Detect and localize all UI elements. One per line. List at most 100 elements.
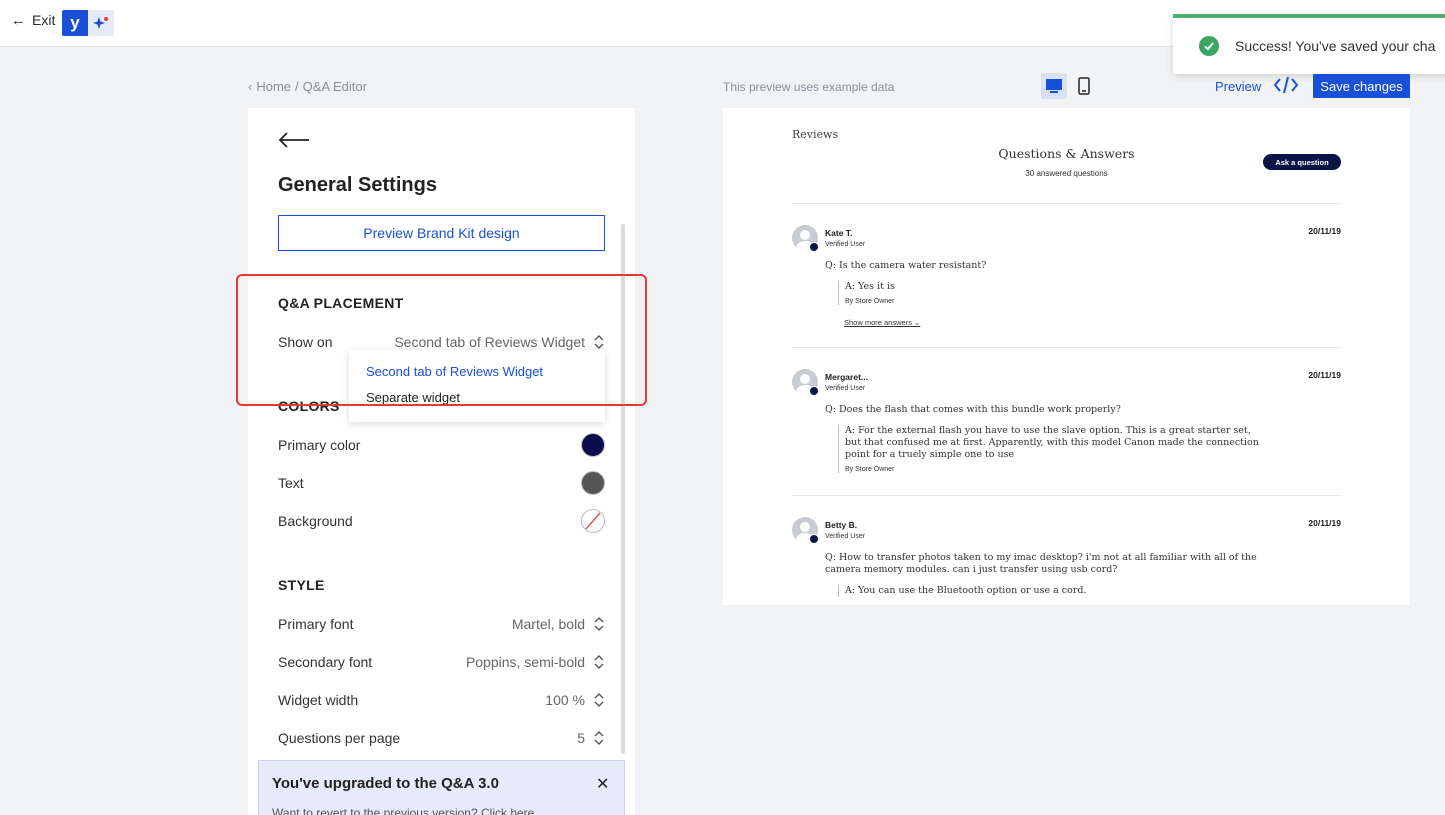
- answer-text: A: Yes it is: [845, 281, 895, 292]
- breadcrumb: ‹ Home / Q&A Editor: [248, 79, 367, 94]
- divider: [792, 203, 1341, 204]
- chevron-updown-icon: [594, 617, 604, 631]
- primary-color-swatch[interactable]: [581, 433, 605, 457]
- primary-font-label: Primary font: [278, 616, 354, 632]
- chevron-updown-icon: [594, 655, 604, 669]
- widget-width-row[interactable]: Widget width 100 %: [278, 688, 605, 712]
- ask-question-button[interactable]: Ask a question: [1263, 154, 1341, 170]
- dropdown-option-separate-widget[interactable]: Separate widget: [349, 384, 605, 410]
- exit-label: Exit: [32, 12, 56, 28]
- code-icon[interactable]: [1273, 74, 1299, 96]
- app-logo[interactable]: y: [62, 10, 114, 36]
- chevron-updown-icon: [594, 693, 604, 707]
- success-toast: Success! You've saved your cha: [1173, 14, 1445, 74]
- answer-block: A: You can use the Bluetooth option or u…: [838, 585, 1265, 597]
- primary-color-row: Primary color: [278, 433, 605, 457]
- chevron-updown-icon: [594, 731, 604, 745]
- show-more-answers-link[interactable]: Show more answers ⌄: [844, 318, 920, 327]
- questions-per-page-label: Questions per page: [278, 730, 401, 746]
- secondary-font-value: Poppins, semi-bold: [465, 654, 585, 670]
- breadcrumb-current: Q&A Editor: [302, 79, 367, 94]
- preview-link[interactable]: Preview: [1215, 79, 1261, 94]
- secondary-font-select[interactable]: Poppins, semi-bold: [466, 654, 605, 670]
- mobile-icon: [1078, 77, 1090, 95]
- verified-label: Verified User: [825, 385, 866, 392]
- page-title: General Settings: [278, 174, 437, 196]
- preview-note: This preview uses example data: [723, 80, 895, 94]
- answered-count: 30 answered questions: [1025, 169, 1108, 178]
- questions-per-page-value: 5: [577, 730, 585, 746]
- no-color-icon: [585, 512, 601, 530]
- device-toggle: [1041, 73, 1097, 99]
- divider: [792, 347, 1341, 348]
- chevron-left-icon: ‹: [248, 79, 253, 94]
- reviewer-name: Kate T.: [825, 228, 853, 238]
- question-date: 20/11/19: [1308, 518, 1341, 528]
- questions-per-page-stepper[interactable]: 5: [577, 730, 605, 746]
- chevron-updown-icon: [594, 335, 604, 349]
- dropdown-option-second-tab[interactable]: Second tab of Reviews Widget: [349, 358, 605, 384]
- save-changes-button[interactable]: Save changes: [1313, 74, 1410, 98]
- panel-scrollbar[interactable]: [621, 224, 625, 754]
- upgrade-title: You've upgraded to the Q&A 3.0: [272, 775, 499, 792]
- primary-color-label: Primary color: [278, 437, 361, 453]
- answer-text: A: For the external flash you have to us…: [845, 425, 1259, 460]
- preview-brandkit-button[interactable]: Preview Brand Kit design: [278, 215, 605, 251]
- background-color-label: Background: [278, 513, 353, 529]
- upgrade-banner: You've upgraded to the Q&A 3.0 ✕ Want to…: [258, 760, 625, 815]
- upgrade-subtitle[interactable]: Want to revert to the previous version? …: [272, 806, 534, 815]
- primary-font-select[interactable]: Martel, bold: [512, 616, 605, 632]
- colors-section-title: COLORS: [278, 398, 340, 414]
- mobile-view-button[interactable]: [1071, 73, 1097, 99]
- check-circle-icon: [1199, 36, 1219, 56]
- sparkle-icon: [88, 10, 114, 36]
- close-icon[interactable]: ✕: [596, 774, 609, 794]
- reviewer-name: Betty B.: [825, 520, 858, 530]
- answer-block: A: Yes it is By Store Owner: [838, 281, 1265, 305]
- question-text: Q: Is the camera water resistant?: [825, 260, 987, 271]
- verified-label: Verified User: [825, 533, 866, 540]
- widget-width-value: 100 %: [545, 692, 585, 708]
- secondary-font-label: Secondary font: [278, 654, 373, 670]
- style-section-title: STYLE: [278, 577, 325, 593]
- background-color-row: Background: [278, 509, 605, 533]
- answer-text: A: You can use the Bluetooth option or u…: [845, 585, 1087, 596]
- chevron-down-icon: ⌄: [914, 318, 921, 327]
- reviews-tab[interactable]: Reviews: [792, 128, 838, 141]
- show-on-label: Show on: [278, 334, 333, 350]
- toast-message: Success! You've saved your cha: [1235, 38, 1436, 54]
- breadcrumb-home[interactable]: Home: [256, 79, 291, 94]
- exit-button[interactable]: ← Exit: [11, 12, 55, 28]
- question-text: Q: Does the flash that comes with this b…: [825, 404, 1121, 415]
- verified-badge-icon: [809, 534, 819, 544]
- breadcrumb-separator: /: [295, 79, 299, 94]
- show-more-label: Show more answers: [844, 318, 912, 327]
- show-on-dropdown: Second tab of Reviews Widget Separate wi…: [349, 350, 605, 422]
- desktop-view-button[interactable]: [1041, 73, 1067, 99]
- widget-width-stepper[interactable]: 100 %: [545, 692, 605, 708]
- secondary-font-row[interactable]: Secondary font Poppins, semi-bold: [278, 650, 605, 674]
- arrow-back-icon[interactable]: [278, 130, 310, 150]
- answer-block: A: For the external flash you have to us…: [838, 425, 1265, 473]
- verified-label: Verified User: [825, 241, 866, 248]
- question-text: Q: How to transfer photos taken to my im…: [825, 552, 1257, 575]
- primary-font-row[interactable]: Primary font Martel, bold: [278, 612, 605, 636]
- text-color-row: Text: [278, 471, 605, 495]
- text-color-swatch[interactable]: [581, 471, 605, 495]
- show-on-select[interactable]: Second tab of Reviews Widget: [394, 334, 605, 350]
- verified-badge-icon: [809, 386, 819, 396]
- settings-panel: General Settings Preview Brand Kit desig…: [248, 108, 635, 815]
- background-color-swatch[interactable]: [581, 509, 605, 533]
- divider: [792, 495, 1341, 496]
- questions-per-page-row[interactable]: Questions per page 5: [278, 726, 605, 750]
- primary-font-value: Martel, bold: [511, 616, 585, 632]
- desktop-icon: [1046, 79, 1062, 93]
- widget-preview: Reviews Questions & Answers 30 answered …: [723, 108, 1410, 605]
- text-color-label: Text: [278, 475, 304, 491]
- placement-section-title: Q&A PLACEMENT: [278, 295, 404, 311]
- arrow-left-icon: ←: [11, 11, 26, 29]
- yotpo-logo: y: [62, 10, 88, 36]
- answer-by: By Store Owner: [845, 298, 895, 305]
- show-on-value: Second tab of Reviews Widget: [394, 334, 585, 350]
- question-date: 20/11/19: [1308, 226, 1341, 236]
